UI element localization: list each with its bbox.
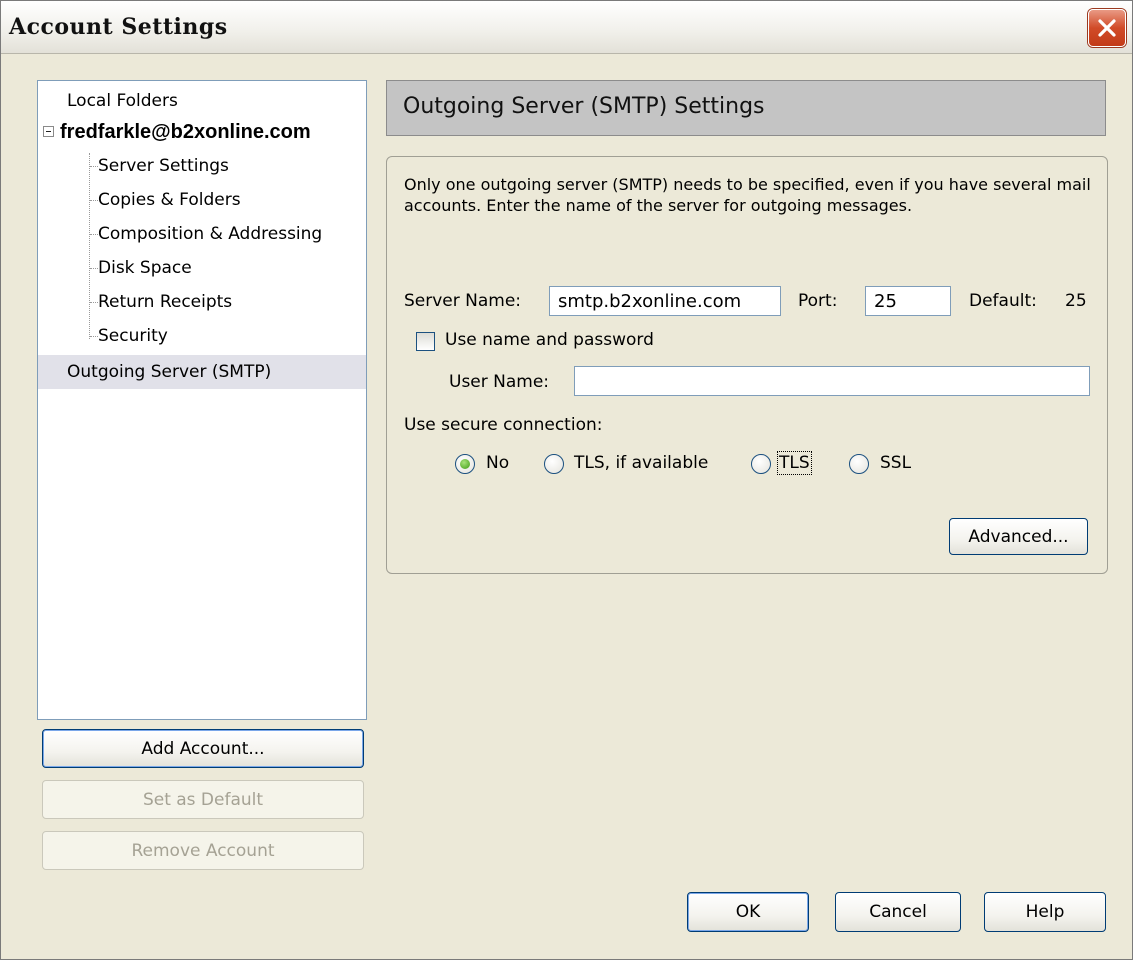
server-name-label: Server Name:	[404, 291, 522, 311]
close-button[interactable]	[1088, 9, 1126, 47]
tree-connector	[90, 302, 98, 303]
tree-connector	[90, 268, 98, 269]
tree-item-copies-folders[interactable]: Copies & Folders	[38, 183, 366, 217]
secure-tls-radio[interactable]	[751, 454, 771, 474]
remove-account-button[interactable]: Remove Account	[42, 831, 364, 870]
tree-item-server-settings[interactable]: Server Settings	[38, 149, 366, 183]
cancel-button[interactable]: Cancel	[835, 892, 961, 932]
secure-option-label[interactable]: TLS	[777, 451, 812, 475]
ok-button[interactable]: OK	[687, 892, 809, 932]
add-account-button[interactable]: Add Account...	[42, 729, 364, 768]
server-name-input[interactable]	[549, 286, 781, 316]
tree-item-return-receipts[interactable]: Return Receipts	[38, 285, 366, 319]
use-name-password-checkbox[interactable]	[416, 332, 435, 351]
title-bar[interactable]: Account Settings	[1, 1, 1132, 54]
tree-connector	[90, 234, 98, 235]
account-settings-dialog: Account Settings Local Folders fredfarkl…	[0, 0, 1133, 960]
secure-ssl-radio[interactable]	[849, 454, 869, 474]
panel-header: Outgoing Server (SMTP) Settings	[386, 80, 1106, 136]
tree-connector	[90, 336, 98, 337]
use-name-password-label[interactable]: Use name and password	[445, 330, 654, 350]
user-name-input[interactable]	[574, 366, 1090, 396]
button-label: Help	[1025, 902, 1065, 922]
account-tree[interactable]: Local Folders fredfarkle@b2xonline.com S…	[37, 80, 367, 720]
tree-item-label: Local Folders	[67, 91, 178, 111]
tree-item-label: fredfarkle@b2xonline.com	[60, 121, 311, 143]
help-button[interactable]: Help	[984, 892, 1106, 932]
secure-tls-if-available-radio[interactable]	[544, 454, 564, 474]
tree-item-label: Disk Space	[98, 258, 192, 278]
advanced-button[interactable]: Advanced...	[949, 518, 1088, 555]
port-input[interactable]	[865, 286, 951, 316]
tree-item-local-folders[interactable]: Local Folders	[38, 84, 366, 118]
tree-connector	[90, 166, 98, 167]
button-label: Advanced...	[968, 526, 1069, 547]
secure-option-label[interactable]: SSL	[880, 453, 911, 473]
tree-item-disk-space[interactable]: Disk Space	[38, 251, 366, 285]
tree-item-label: Security	[98, 326, 168, 346]
tree-item-label: Outgoing Server (SMTP)	[67, 362, 272, 382]
smtp-settings-group: Only one outgoing server (SMTP) needs to…	[386, 156, 1108, 574]
window-title: Account Settings	[9, 14, 228, 40]
tree-connector	[90, 200, 98, 201]
port-label: Port:	[798, 291, 838, 311]
default-port-label: Default:	[969, 291, 1037, 311]
panel-title: Outgoing Server (SMTP) Settings	[403, 94, 765, 119]
button-label: Remove Account	[131, 840, 275, 861]
button-label: Cancel	[869, 902, 927, 922]
secure-connection-label: Use secure connection:	[404, 415, 603, 435]
tree-item-security[interactable]: Security	[38, 319, 366, 353]
tree-item-account[interactable]: fredfarkle@b2xonline.com	[38, 115, 366, 149]
button-label: OK	[735, 902, 761, 922]
user-name-label: User Name:	[449, 372, 550, 392]
tree-item-label: Return Receipts	[98, 292, 233, 312]
default-port-value: 25	[1065, 291, 1087, 311]
tree-item-outgoing-server[interactable]: Outgoing Server (SMTP)	[38, 355, 366, 389]
collapse-icon[interactable]	[43, 126, 54, 137]
secure-option-label[interactable]: TLS, if available	[574, 453, 708, 473]
tree-item-label: Copies & Folders	[98, 190, 241, 210]
tree-item-label: Server Settings	[98, 156, 229, 176]
button-label: Add Account...	[141, 738, 265, 759]
tree-item-composition-addressing[interactable]: Composition & Addressing	[38, 217, 366, 251]
button-label: Set as Default	[142, 789, 264, 810]
secure-option-label[interactable]: No	[486, 453, 509, 473]
close-icon	[1096, 17, 1118, 39]
smtp-description: Only one outgoing server (SMTP) needs to…	[404, 175, 1091, 215]
secure-no-radio[interactable]	[455, 454, 475, 474]
set-default-button[interactable]: Set as Default	[42, 780, 364, 819]
tree-item-label: Composition & Addressing	[98, 224, 323, 244]
